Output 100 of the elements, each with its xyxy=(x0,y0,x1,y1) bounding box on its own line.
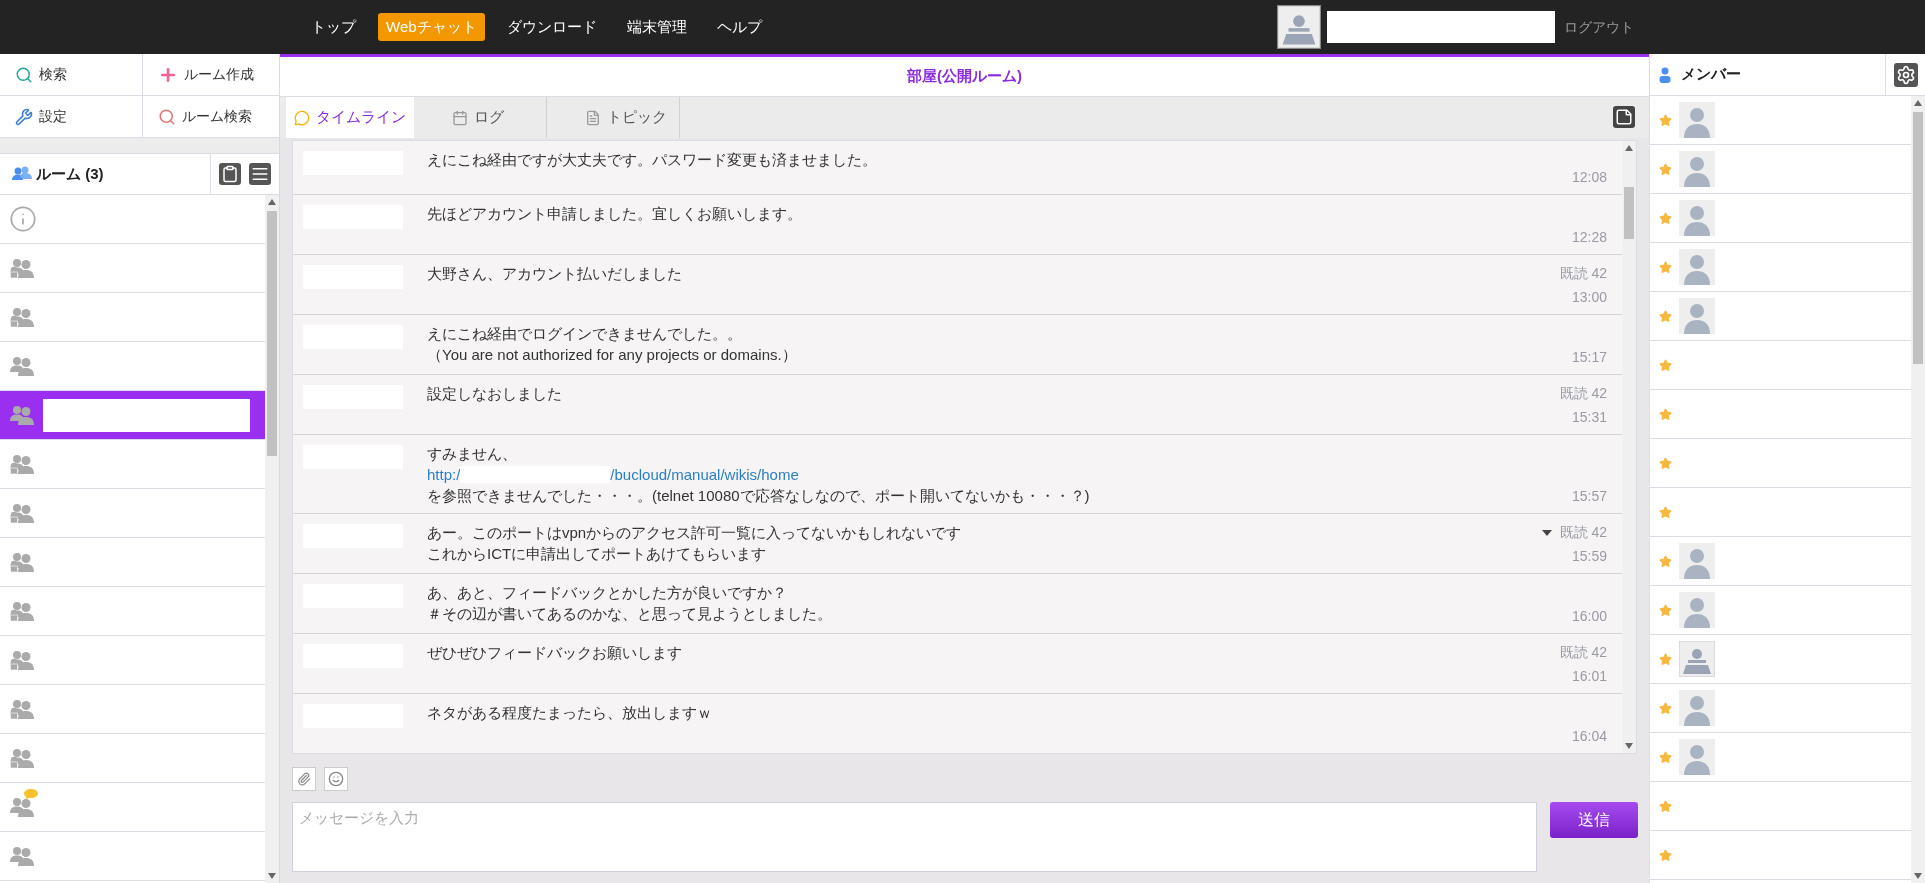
star-icon[interactable] xyxy=(1659,603,1672,617)
scrollbar[interactable] xyxy=(1911,96,1925,883)
star-icon[interactable] xyxy=(1659,799,1672,813)
members-title: メンバー xyxy=(1681,64,1741,85)
avatar xyxy=(1679,200,1715,236)
message-text: ＃その辺が書いてあるのかな、と思って見ようとしました。 xyxy=(427,604,833,624)
tab[interactable]: タイムライン xyxy=(286,97,414,138)
message-text: えにこね経由でログインできませんでした。。 xyxy=(427,324,743,344)
locked-group-icon xyxy=(9,453,35,475)
message-text: あー。このポートはvpnからのアクセス許可一覧に入ってないかもしれないです xyxy=(427,523,963,543)
message-time: 15:57 xyxy=(1571,487,1607,506)
read-count: 既読 42 xyxy=(1559,643,1607,662)
menu-button[interactable]: 検索 xyxy=(0,54,143,96)
scroll-down-icon[interactable] xyxy=(268,873,276,879)
star-icon[interactable] xyxy=(1659,309,1672,323)
scroll-up-icon[interactable] xyxy=(1914,100,1922,106)
read-count: 既読 42 xyxy=(1559,264,1607,283)
scroll-up-icon[interactable] xyxy=(1625,145,1633,151)
star-icon[interactable] xyxy=(1659,407,1672,421)
message-link[interactable]: http:/ /bucloud/manual/wikis/home xyxy=(427,464,1572,485)
nav-link[interactable]: ヘルプ xyxy=(708,12,770,42)
nav-link[interactable]: ダウンロード xyxy=(498,12,605,42)
avatar xyxy=(1679,641,1715,677)
read-count: 既読 42 xyxy=(1559,384,1607,403)
person-icon xyxy=(1659,66,1671,83)
avatar xyxy=(1679,102,1715,138)
star-icon[interactable] xyxy=(1659,358,1672,372)
read-count: 既読 42 xyxy=(1559,523,1607,542)
menu-button[interactable]: ルーム作成 xyxy=(143,54,280,96)
avatar xyxy=(1679,739,1715,775)
star-icon[interactable] xyxy=(1659,456,1672,470)
locked-group-icon xyxy=(9,747,35,769)
scroll-down-icon[interactable] xyxy=(1914,873,1922,879)
avatar xyxy=(1679,298,1715,334)
group-icon xyxy=(9,355,35,377)
message-text: えにこね経由ですが大丈夫です。パスワード変更も済ませました。 xyxy=(427,150,878,170)
document-icon xyxy=(585,109,601,126)
caret-icon[interactable] xyxy=(1541,529,1552,536)
group-icon xyxy=(9,796,35,818)
message-text: を参照できませんでした・・・。(telnet 10080で応答なしなので、ポート開いてないかも・・・？) xyxy=(427,486,1091,506)
nav-link[interactable]: トップ xyxy=(303,12,364,42)
attach-button[interactable] xyxy=(292,767,316,791)
unread-bubble-icon xyxy=(24,789,38,800)
star-icon[interactable] xyxy=(1659,652,1672,666)
user-avatar xyxy=(1278,6,1320,48)
sort-icon[interactable] xyxy=(249,163,271,185)
message-text: 大野さん、アカウント払いだしました xyxy=(427,264,683,284)
scrollbar[interactable] xyxy=(265,195,279,883)
message-text: （You are not authorized for any projects or domains.） xyxy=(427,345,798,365)
star-icon[interactable] xyxy=(1659,701,1672,715)
scroll-up-icon[interactable] xyxy=(268,199,276,205)
scroll-thumb[interactable] xyxy=(1913,112,1923,364)
avatar xyxy=(1679,249,1715,285)
search-icon xyxy=(158,107,176,126)
note-icon[interactable] xyxy=(1613,106,1635,128)
rooms-title: ルーム (3) xyxy=(36,163,104,184)
message-text: 設定しなおしました xyxy=(427,384,563,404)
star-icon[interactable] xyxy=(1659,260,1672,274)
avatar xyxy=(1679,543,1715,579)
star-icon[interactable] xyxy=(1659,162,1672,176)
message-text: あ、あと、フィードバックとかした方が良いですか？ xyxy=(427,583,788,603)
room-title: 部屋(公開ルーム) xyxy=(907,66,1022,87)
star-icon[interactable] xyxy=(1659,554,1672,568)
message-field[interactable]: メッセージを入力 xyxy=(292,802,1537,872)
message-text: すみません、 xyxy=(427,444,518,464)
menu-button[interactable]: 設定 xyxy=(0,96,143,138)
message-time: 16:00 xyxy=(1571,607,1607,626)
scroll-down-icon[interactable] xyxy=(1625,743,1633,749)
emoji-button[interactable] xyxy=(324,767,348,791)
scrollbar[interactable] xyxy=(1622,141,1636,753)
logout-link[interactable]: ログアウト xyxy=(1564,16,1634,38)
group-icon xyxy=(9,404,35,426)
menu-button[interactable]: ルーム検索 xyxy=(143,96,280,138)
locked-group-icon xyxy=(9,306,35,328)
locked-group-icon xyxy=(9,649,35,671)
locked-group-icon xyxy=(9,551,35,573)
avatar xyxy=(1679,592,1715,628)
message-time: 15:31 xyxy=(1571,408,1607,427)
settings-icon[interactable] xyxy=(1893,62,1918,87)
chat-bubble-icon xyxy=(294,109,310,126)
paperclip-icon xyxy=(297,772,311,786)
message-time: 15:17 xyxy=(1571,348,1607,367)
scroll-thumb[interactable] xyxy=(1624,187,1634,239)
star-icon[interactable] xyxy=(1659,848,1672,862)
star-icon[interactable] xyxy=(1659,211,1672,225)
scroll-thumb[interactable] xyxy=(267,211,277,456)
room-item[interactable] xyxy=(0,391,265,440)
nav-link[interactable]: 端末管理 xyxy=(618,12,695,42)
star-icon[interactable] xyxy=(1659,505,1672,519)
message-time: 16:01 xyxy=(1571,667,1607,686)
star-icon[interactable] xyxy=(1659,750,1672,764)
wrench-icon xyxy=(15,107,33,126)
message-time: 12:08 xyxy=(1571,168,1607,187)
send-button[interactable]: 送信 xyxy=(1550,802,1638,838)
message-time: 15:59 xyxy=(1571,547,1607,566)
message-text: 先ほどアカウント申請しました。宜しくお願いします。 xyxy=(427,204,803,224)
star-icon[interactable] xyxy=(1659,113,1672,127)
avatar xyxy=(1679,690,1715,726)
clipboard-icon[interactable] xyxy=(219,163,241,185)
calendar-icon xyxy=(452,109,468,126)
